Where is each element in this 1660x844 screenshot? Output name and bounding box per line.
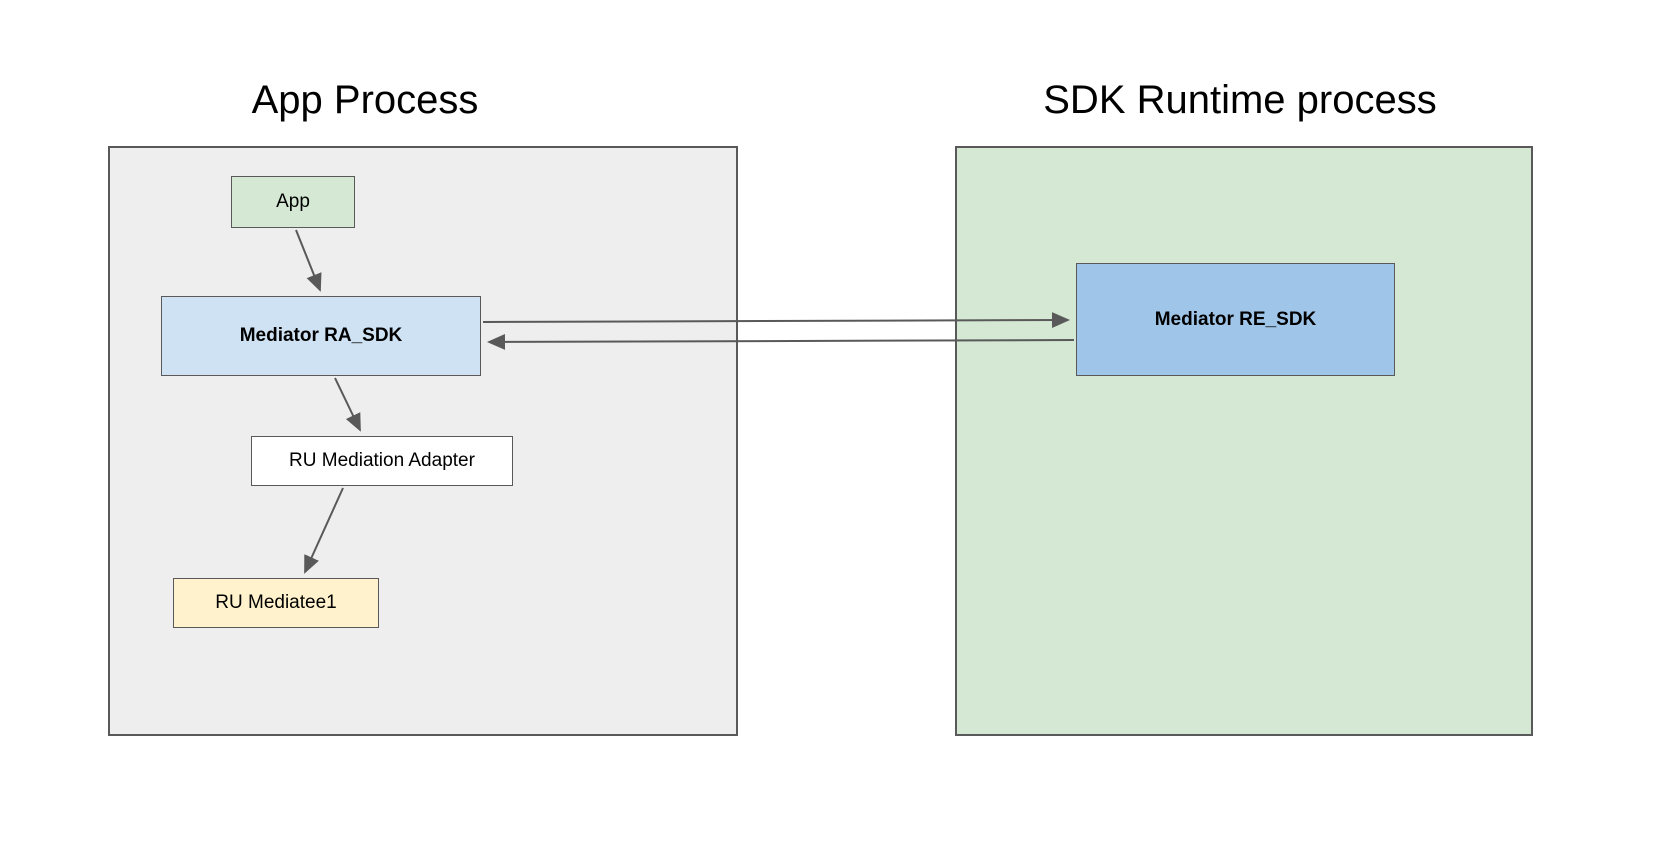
box-mediator-ra-sdk: Mediator RA_SDK — [161, 296, 481, 376]
box-mediator-ra-label: Mediator RA_SDK — [240, 325, 403, 347]
box-adapter-label: RU Mediation Adapter — [289, 450, 475, 472]
title-sdk-runtime: SDK Runtime process — [1025, 78, 1455, 123]
box-mediator-re-label: Mediator RE_SDK — [1155, 309, 1317, 331]
box-mediatee: RU Mediatee1 — [173, 578, 379, 628]
container-sdk-runtime — [955, 146, 1533, 736]
title-app-process: App Process — [240, 78, 490, 123]
box-app: App — [231, 176, 355, 228]
box-mediatee-label: RU Mediatee1 — [215, 592, 336, 614]
box-mediator-re-sdk: Mediator RE_SDK — [1076, 263, 1395, 376]
box-app-label: App — [276, 191, 310, 213]
box-mediation-adapter: RU Mediation Adapter — [251, 436, 513, 486]
